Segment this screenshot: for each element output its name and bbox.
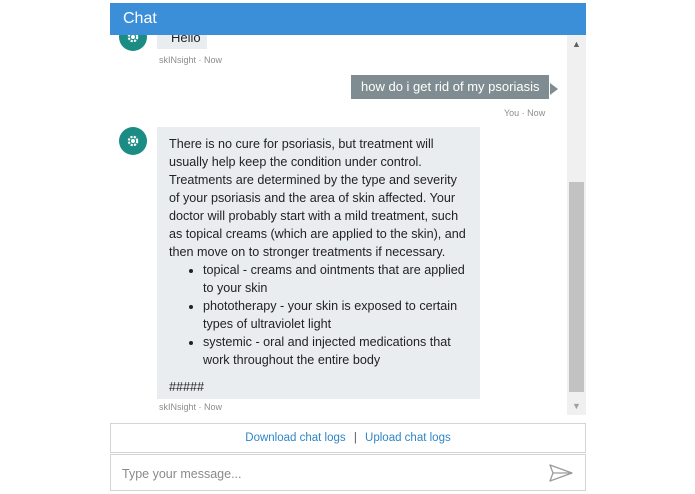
message-meta: skINsight · Now: [159, 55, 223, 65]
message-trailer: #####: [169, 380, 205, 394]
gear-icon: [127, 135, 139, 147]
user-message: how do i get rid of my psoriasis: [351, 75, 550, 99]
message-composer: [110, 454, 586, 491]
list-item: phototherapy - your skin is exposed to c…: [203, 297, 468, 333]
chat-log-links: Download chat logs | Upload chat logs: [110, 423, 586, 453]
list-item: systemic - oral and injected medications…: [203, 333, 468, 369]
message-bullet-list: topical - creams and ointments that are …: [169, 261, 468, 369]
link-separator: |: [353, 432, 357, 444]
list-item: topical - creams and ointments that are …: [203, 261, 468, 297]
message-paragraph: There is no cure for psoriasis, but trea…: [169, 137, 466, 259]
send-icon: [549, 464, 573, 482]
bot-message: Hello: [157, 35, 207, 49]
chat-window: Chat Hello skINsight · Now how do i get …: [110, 3, 586, 491]
gear-icon: [127, 35, 139, 43]
arrow-up-icon[interactable]: ▲: [567, 35, 586, 53]
message-history[interactable]: Hello skINsight · Now how do i get rid o…: [110, 35, 586, 415]
message-text: how do i get rid of my psoriasis: [361, 79, 540, 94]
user-bubble-tail: [550, 83, 558, 95]
scrollbar[interactable]: ▲ ▼: [567, 35, 586, 415]
message-meta: skINsight · Now: [159, 402, 223, 412]
bot-message: There is no cure for psoriasis, but trea…: [157, 127, 480, 399]
message-meta: You · Now: [504, 108, 546, 118]
message-input[interactable]: [120, 462, 534, 486]
message-text: Hello: [171, 35, 201, 45]
bot-avatar: [119, 127, 147, 155]
bot-avatar: [119, 35, 147, 51]
arrow-down-icon[interactable]: ▼: [567, 397, 586, 415]
send-button[interactable]: [548, 463, 574, 483]
chat-header: Chat: [110, 3, 586, 35]
download-chat-logs-link[interactable]: Download chat logs: [245, 432, 345, 444]
scrollbar-thumb[interactable]: [569, 182, 584, 392]
upload-chat-logs-link[interactable]: Upload chat logs: [365, 432, 451, 444]
